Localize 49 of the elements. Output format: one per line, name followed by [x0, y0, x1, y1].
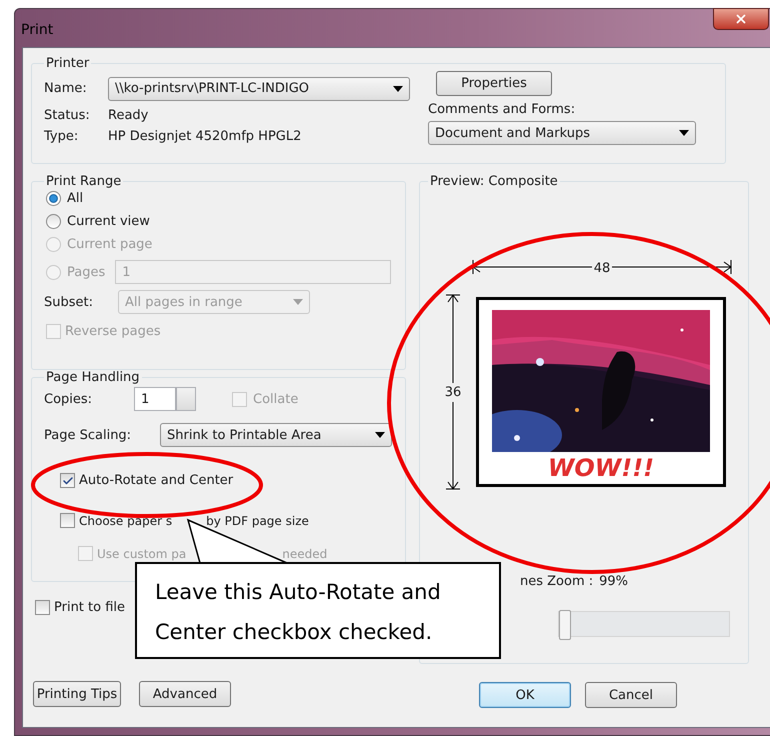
field-label: Subset: [44, 294, 94, 310]
option-label: by PDF page size [206, 514, 309, 528]
dialog-button[interactable]: Printing Tips [33, 681, 121, 707]
dimension-label: 36 [442, 382, 464, 402]
zoom-label: nes Zoom : [520, 574, 594, 589]
option-label: All [67, 191, 84, 206]
checkbox[interactable] [35, 600, 50, 615]
radio-button[interactable] [46, 191, 61, 206]
checkbox[interactable] [60, 513, 75, 528]
type-value: HP Designjet 4520mfp HPGL2 [108, 128, 302, 144]
field-label: Comments and Forms: [428, 102, 576, 117]
option-label: Collate [253, 392, 298, 406]
scaling-dropdown[interactable]: Shrink to Printable Area [160, 423, 392, 447]
field-label: Status: [44, 108, 91, 122]
printer-dropdown[interactable]: \\ko-printsrv\PRINT-LC-INDIGO [108, 76, 410, 100]
field-label: Name: [44, 81, 88, 96]
field-label: Copies: [44, 392, 94, 406]
close-icon [734, 12, 748, 26]
group-title: Print Range [45, 174, 122, 189]
comments-dropdown[interactable]: Document and Markups [428, 121, 696, 145]
dialog-button[interactable]: Cancel [585, 682, 677, 708]
dialog-button[interactable]: OK [479, 682, 571, 708]
slider-thumb[interactable] [559, 610, 571, 640]
properties-button[interactable]: Properties [436, 71, 552, 96]
dialog-button[interactable]: Advanced [139, 681, 231, 707]
option-label: Current page [67, 237, 152, 252]
option-label: needed [282, 546, 328, 560]
option-label: Use custom pa [97, 546, 186, 560]
group-title: Page Handling [45, 370, 141, 385]
zoom-value: 99% [599, 574, 628, 589]
radio-button[interactable] [46, 214, 61, 229]
spin-button[interactable] [176, 387, 196, 411]
status-value: Ready [108, 108, 148, 122]
option-label: Auto-Rotate and Center [79, 473, 234, 488]
copies-field[interactable]: 1 [134, 387, 176, 411]
group-title: Preview: Composite [429, 174, 559, 189]
preview-caption: WOW!!! [548, 454, 654, 482]
zoom-slider[interactable] [558, 611, 730, 637]
field-label: Type: [44, 128, 80, 144]
group-title: Printer [45, 56, 90, 71]
option-label: Reverse pages [65, 324, 161, 339]
option-label: Pages [67, 264, 106, 280]
close-button[interactable] [713, 8, 769, 30]
checkbox[interactable] [60, 473, 75, 488]
window-title: Print [21, 22, 54, 38]
field-label: Page Scaling: [44, 428, 132, 442]
option-label: Print to file [54, 600, 126, 615]
option-label: Current view [67, 214, 150, 229]
option-label: Choose paper s [79, 514, 172, 528]
